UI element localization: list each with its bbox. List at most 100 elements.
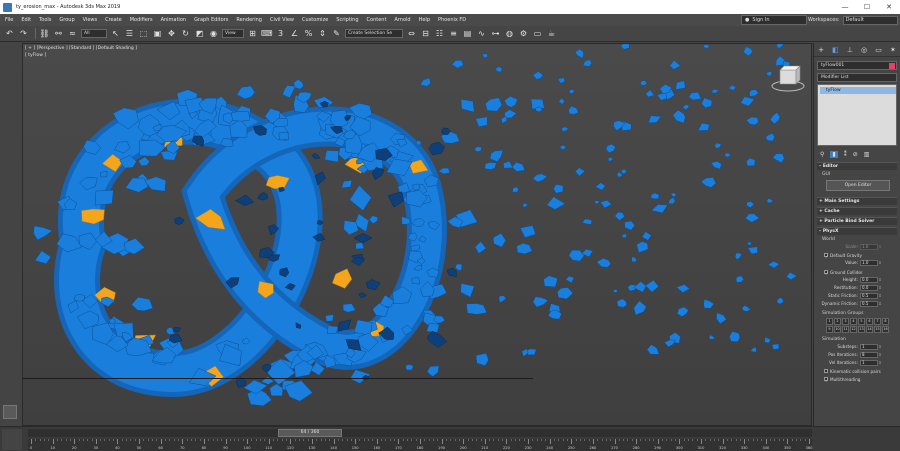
schematic-view-icon[interactable]: ⊶ [490,28,501,39]
object-color-swatch[interactable] [889,62,895,69]
menu-file[interactable]: File [5,17,13,23]
menu-views[interactable]: Views [83,17,97,23]
vel-iterations-input[interactable]: 1 [860,359,878,366]
kinematic-collision-pairs-box[interactable] [824,369,828,373]
kinematic-collision-pairs-checkbox[interactable]: Kinematic collision pairs [824,368,900,374]
selection-filter-dropdown[interactable]: All [81,29,107,38]
rendered-frame-window-icon[interactable]: ▭ [532,28,543,39]
viewport-layout-tab[interactable] [3,405,17,419]
menu-help[interactable]: Help [419,17,430,23]
toggle-scene-explorer-icon[interactable]: ☷ [434,28,445,39]
static-friction-spinner-icon[interactable]: ⇕ [878,293,882,298]
window-crossing-icon[interactable]: ▣ [152,28,163,39]
group-toggle[interactable]: 1 [826,318,833,325]
group-toggle[interactable]: 12 [850,326,857,333]
restitution-spinner-icon[interactable]: ⇕ [878,285,882,290]
toggle-ribbon-icon[interactable]: ▤ [462,28,473,39]
mini-listener-toggle[interactable] [2,429,22,450]
group-toggle[interactable]: 11 [842,326,849,333]
group-toggle[interactable]: 15 [874,326,881,333]
multithreading-box[interactable]: ✓ [824,377,829,383]
dynamic-friction-input[interactable]: 0.5 [860,300,878,307]
substeps-spinner-icon[interactable]: ⇕ [878,344,882,349]
group-toggle[interactable]: 2 [834,318,841,325]
group-toggle[interactable]: 8 [882,318,889,325]
menu-create[interactable]: Create [105,17,122,23]
scale-input[interactable]: 1.0 [860,243,878,250]
scale-spinner-icon[interactable]: ⇕ [878,244,882,249]
named-selection-set-dropdown[interactable]: Create Selection Se [345,29,403,38]
motion-tab-icon[interactable]: ◎ [861,46,867,54]
mirror-icon[interactable]: ⇔ [406,28,417,39]
static-friction-input[interactable]: 0.5 [860,292,878,299]
percent-snap-icon[interactable]: % [303,28,314,39]
rollout-editor[interactable]: Editor [817,162,897,170]
vel-iterations-spinner-icon[interactable]: ⇕ [878,360,882,365]
menu-content[interactable]: Content [367,17,387,23]
menu-edit[interactable]: Edit [21,17,31,23]
toggle-layer-explorer-icon[interactable]: ≡ [448,28,459,39]
undo-icon[interactable]: ↶ [4,28,15,39]
multithreading-checkbox[interactable]: ✓ Multithreading [824,376,900,383]
render-setup-icon[interactable]: ⚙ [518,28,529,39]
menu-scripting[interactable]: Scripting [336,17,358,23]
menu-animation[interactable]: Animation [161,17,187,23]
display-tab-icon[interactable]: ▭ [875,46,882,54]
dynamic-friction-spinner-icon[interactable]: ⇕ [878,301,882,306]
menu-customize[interactable]: Customize [302,17,328,23]
group-toggle[interactable]: 13 [858,326,865,333]
menu-tools[interactable]: Tools [39,17,51,23]
pos-iterations-input[interactable]: 8 [860,351,878,358]
group-toggle[interactable]: 7 [874,318,881,325]
group-toggle[interactable]: 6 [866,318,873,325]
pos-iterations-spinner-icon[interactable]: ⇕ [878,352,882,357]
hierarchy-tab-icon[interactable]: ⊥ [847,46,853,54]
default-gravity-checkbox[interactable]: ✓ Default Gravity [824,252,900,259]
substeps-input[interactable]: 1 [860,343,878,350]
group-toggle[interactable]: 16 [882,326,889,333]
remove-modifier-icon[interactable]: ⊘ [853,151,858,158]
select-object-icon[interactable]: ↖ [110,28,121,39]
track-bar-ruler[interactable]: 0 10 20 30 40 50 60 70 80 90 100 110 120 130 140 150 160… [28,439,812,451]
group-toggle[interactable]: 10 [834,326,841,333]
menu-civil-view[interactable]: Civil View [270,17,294,23]
angle-snap-icon[interactable]: ∠ [289,28,300,39]
material-editor-icon[interactable]: ◍ [504,28,515,39]
bind-space-warp-icon[interactable]: ≈ [67,28,78,39]
default-gravity-box[interactable]: ✓ [824,253,829,259]
group-toggle[interactable]: 9 [826,326,833,333]
show-end-result-icon[interactable]: ▮ [830,151,838,158]
ground-collider-checkbox[interactable]: ✓ Ground Collider [824,269,900,276]
select-and-rotate-icon[interactable]: ↻ [180,28,191,39]
viewcube-icon[interactable] [768,60,808,96]
gravity-value-input[interactable]: 1.0 [860,259,878,266]
snaps-toggle-icon[interactable]: 3 [275,28,286,39]
unlink-icon[interactable]: ⚯ [53,28,64,39]
sign-in-button[interactable]: ● Sign In [741,15,807,25]
select-by-name-icon[interactable]: ☰ [124,28,135,39]
render-production-icon[interactable]: ☕ [546,28,557,39]
object-name-field[interactable]: tyFlow001 [817,61,897,70]
workspace-selector[interactable]: Workspaces: Default [808,15,898,25]
reference-coordinate-dropdown[interactable]: View [222,29,244,38]
group-toggle[interactable]: 4 [850,318,857,325]
menu-group[interactable]: Group [59,17,74,23]
menu-phoenix-fd[interactable]: Phoenix FD [438,17,466,23]
maximize-button[interactable]: ☐ [856,3,878,11]
spinner-snap-icon[interactable]: ⇕ [317,28,328,39]
create-tab-icon[interactable]: + [818,46,824,54]
curve-editor-icon[interactable]: ∿ [476,28,487,39]
rectangular-selection-icon[interactable]: ⬚ [138,28,149,39]
rollout-physx[interactable]: PhysX [817,227,897,235]
minimize-button[interactable]: — [834,3,856,11]
group-toggle[interactable]: 3 [842,318,849,325]
configure-modifier-sets-icon[interactable]: ▥ [864,151,870,158]
modifier-list-dropdown[interactable]: Modifier List [817,73,897,82]
rollout-particle-bind-solver[interactable]: Particle Bind Solver [817,217,897,225]
height-spinner-icon[interactable]: ⇕ [878,277,882,282]
edit-named-selection-icon[interactable]: ✎ [331,28,342,39]
keyboard-shortcut-override-icon[interactable]: ⌨ [261,28,273,39]
utilities-tab-icon[interactable]: ✶ [890,46,896,54]
restitution-input[interactable]: 0.0 [860,284,878,291]
height-input[interactable]: 0.0 [860,276,878,283]
